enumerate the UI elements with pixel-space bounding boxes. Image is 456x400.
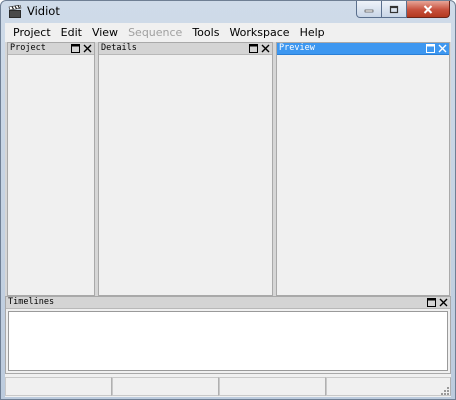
client-area: Project Edit View Sequence Tools Workspa… bbox=[5, 23, 451, 397]
maximize-button[interactable] bbox=[382, 1, 407, 18]
timelines-pane-caption[interactable]: Timelines bbox=[6, 297, 450, 309]
float-window-icon[interactable] bbox=[426, 44, 435, 53]
pane-area: Project Details Preview bbox=[5, 42, 451, 296]
timelines-pane-title: Timelines bbox=[8, 297, 55, 307]
close-button[interactable] bbox=[407, 1, 450, 18]
menu-help[interactable]: Help bbox=[295, 23, 330, 42]
float-window-icon[interactable] bbox=[427, 298, 436, 307]
maximize-icon bbox=[389, 5, 399, 13]
project-pane-title: Project bbox=[10, 43, 46, 53]
details-pane[interactable]: Details bbox=[98, 42, 273, 296]
menu-edit[interactable]: Edit bbox=[56, 23, 87, 42]
menu-bar: Project Edit View Sequence Tools Workspa… bbox=[5, 23, 451, 42]
close-icon bbox=[423, 4, 433, 14]
menu-view[interactable]: View bbox=[87, 23, 123, 42]
preview-pane[interactable]: Preview bbox=[276, 42, 450, 296]
status-field bbox=[112, 377, 219, 396]
minimize-icon bbox=[364, 9, 374, 13]
project-pane-body[interactable] bbox=[8, 55, 94, 295]
menu-project[interactable]: Project bbox=[8, 23, 56, 42]
status-field bbox=[326, 377, 451, 396]
close-icon[interactable] bbox=[261, 44, 270, 53]
timelines-pane[interactable]: Timelines bbox=[5, 296, 451, 374]
window-title: Vidiot bbox=[27, 4, 60, 18]
details-pane-body[interactable] bbox=[99, 55, 272, 295]
details-pane-caption[interactable]: Details bbox=[99, 43, 272, 55]
preview-pane-body[interactable] bbox=[277, 55, 449, 295]
close-icon[interactable] bbox=[439, 298, 448, 307]
clapperboard-icon[interactable] bbox=[8, 5, 22, 19]
minimize-button[interactable] bbox=[356, 1, 382, 18]
status-field bbox=[5, 377, 112, 396]
menu-sequence[interactable]: Sequence bbox=[123, 23, 187, 42]
preview-pane-title: Preview bbox=[279, 43, 315, 53]
title-bar[interactable]: Vidiot bbox=[1, 1, 455, 23]
float-window-icon[interactable] bbox=[71, 44, 80, 53]
caption-buttons bbox=[356, 1, 450, 18]
menu-workspace[interactable]: Workspace bbox=[224, 23, 294, 42]
close-icon[interactable] bbox=[83, 44, 92, 53]
status-bar bbox=[5, 376, 451, 397]
close-icon[interactable] bbox=[438, 44, 447, 53]
details-pane-title: Details bbox=[101, 43, 137, 53]
project-pane[interactable]: Project bbox=[7, 42, 95, 296]
preview-pane-caption[interactable]: Preview bbox=[277, 43, 449, 55]
resize-grip-icon[interactable] bbox=[439, 385, 450, 396]
app-window: Vidiot Project Edit View Sequence Tools … bbox=[0, 0, 456, 400]
menu-tools[interactable]: Tools bbox=[187, 23, 224, 42]
status-field bbox=[219, 377, 326, 396]
timelines-content[interactable] bbox=[8, 311, 448, 371]
project-pane-caption[interactable]: Project bbox=[8, 43, 94, 55]
float-window-icon[interactable] bbox=[249, 44, 258, 53]
